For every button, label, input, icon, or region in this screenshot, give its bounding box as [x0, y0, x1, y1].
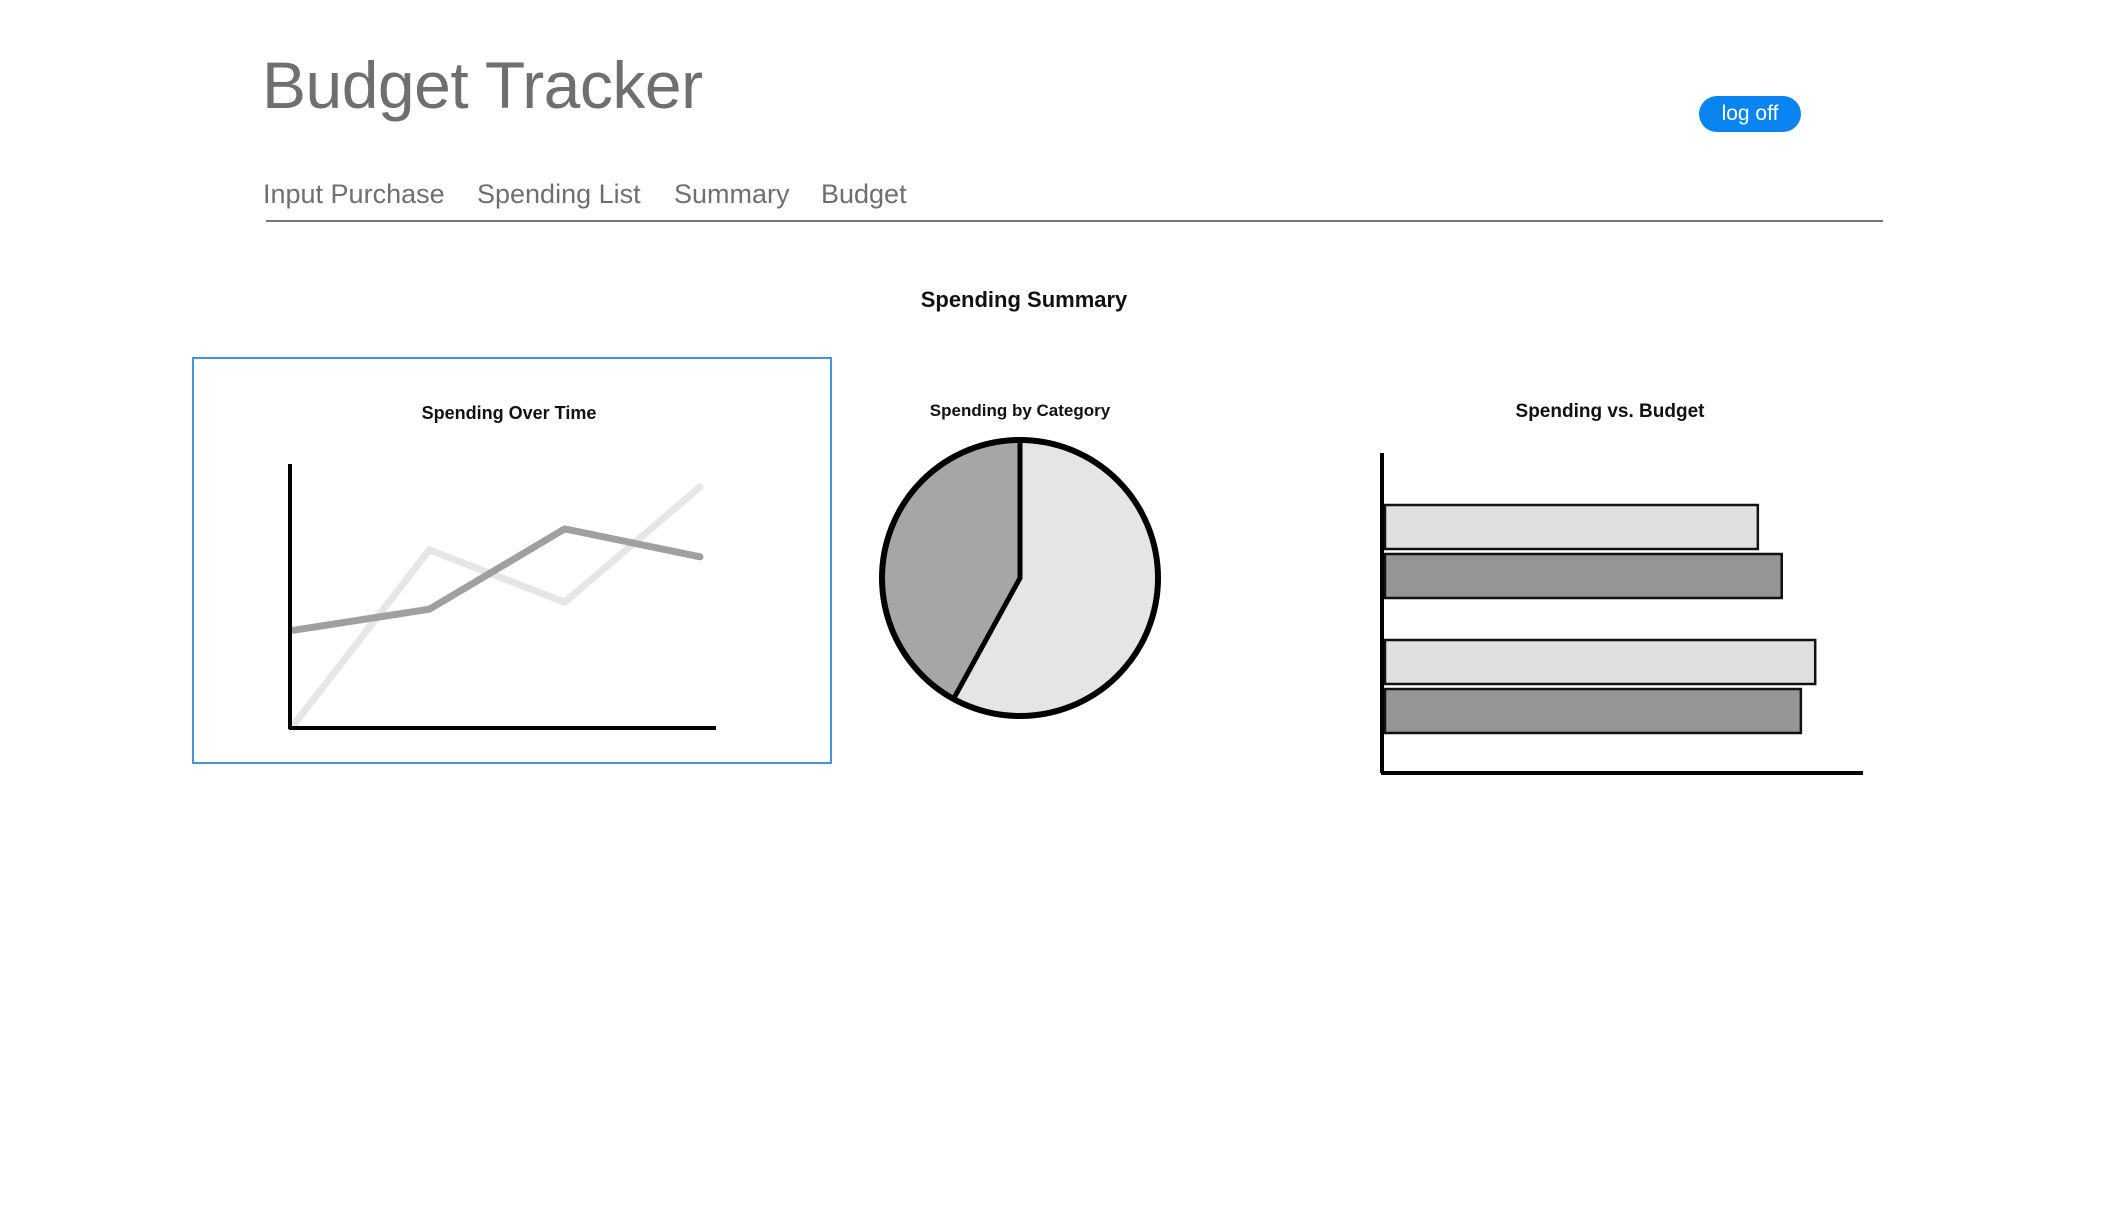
- app-title: Budget Tracker: [262, 48, 703, 122]
- nav-divider: [266, 220, 1883, 222]
- budget-tracker-page: Budget Tracker log off Input Purchase Sp…: [0, 0, 2128, 1213]
- spending-vs-budget-chart[interactable]: Spending vs. Budget: [1360, 395, 1880, 795]
- line-series-2: [290, 483, 704, 729]
- nav-item-input-purchase[interactable]: Input Purchase: [263, 176, 445, 212]
- bar-series-2-group-2: [1383, 687, 1803, 735]
- bar-series-1-group-1: [1383, 503, 1760, 551]
- log-off-button[interactable]: log off: [1699, 96, 1801, 132]
- bar-series-2-group-1: [1383, 552, 1783, 600]
- spending-by-category-chart[interactable]: Spending by Category: [860, 395, 1180, 735]
- nav-item-budget[interactable]: Budget: [821, 176, 907, 212]
- nav-item-spending-list[interactable]: Spending List: [477, 176, 641, 212]
- bar-chart-svg: [1380, 453, 1863, 775]
- line-chart-svg: [288, 464, 716, 730]
- summary-title: Spending Summary: [920, 287, 1128, 312]
- pie-chart-svg: [879, 437, 1161, 719]
- nav-item-summary[interactable]: Summary: [674, 176, 790, 212]
- bar-series-1-group-2: [1383, 638, 1817, 686]
- spending-over-time-chart[interactable]: Spending Over Time: [192, 357, 832, 764]
